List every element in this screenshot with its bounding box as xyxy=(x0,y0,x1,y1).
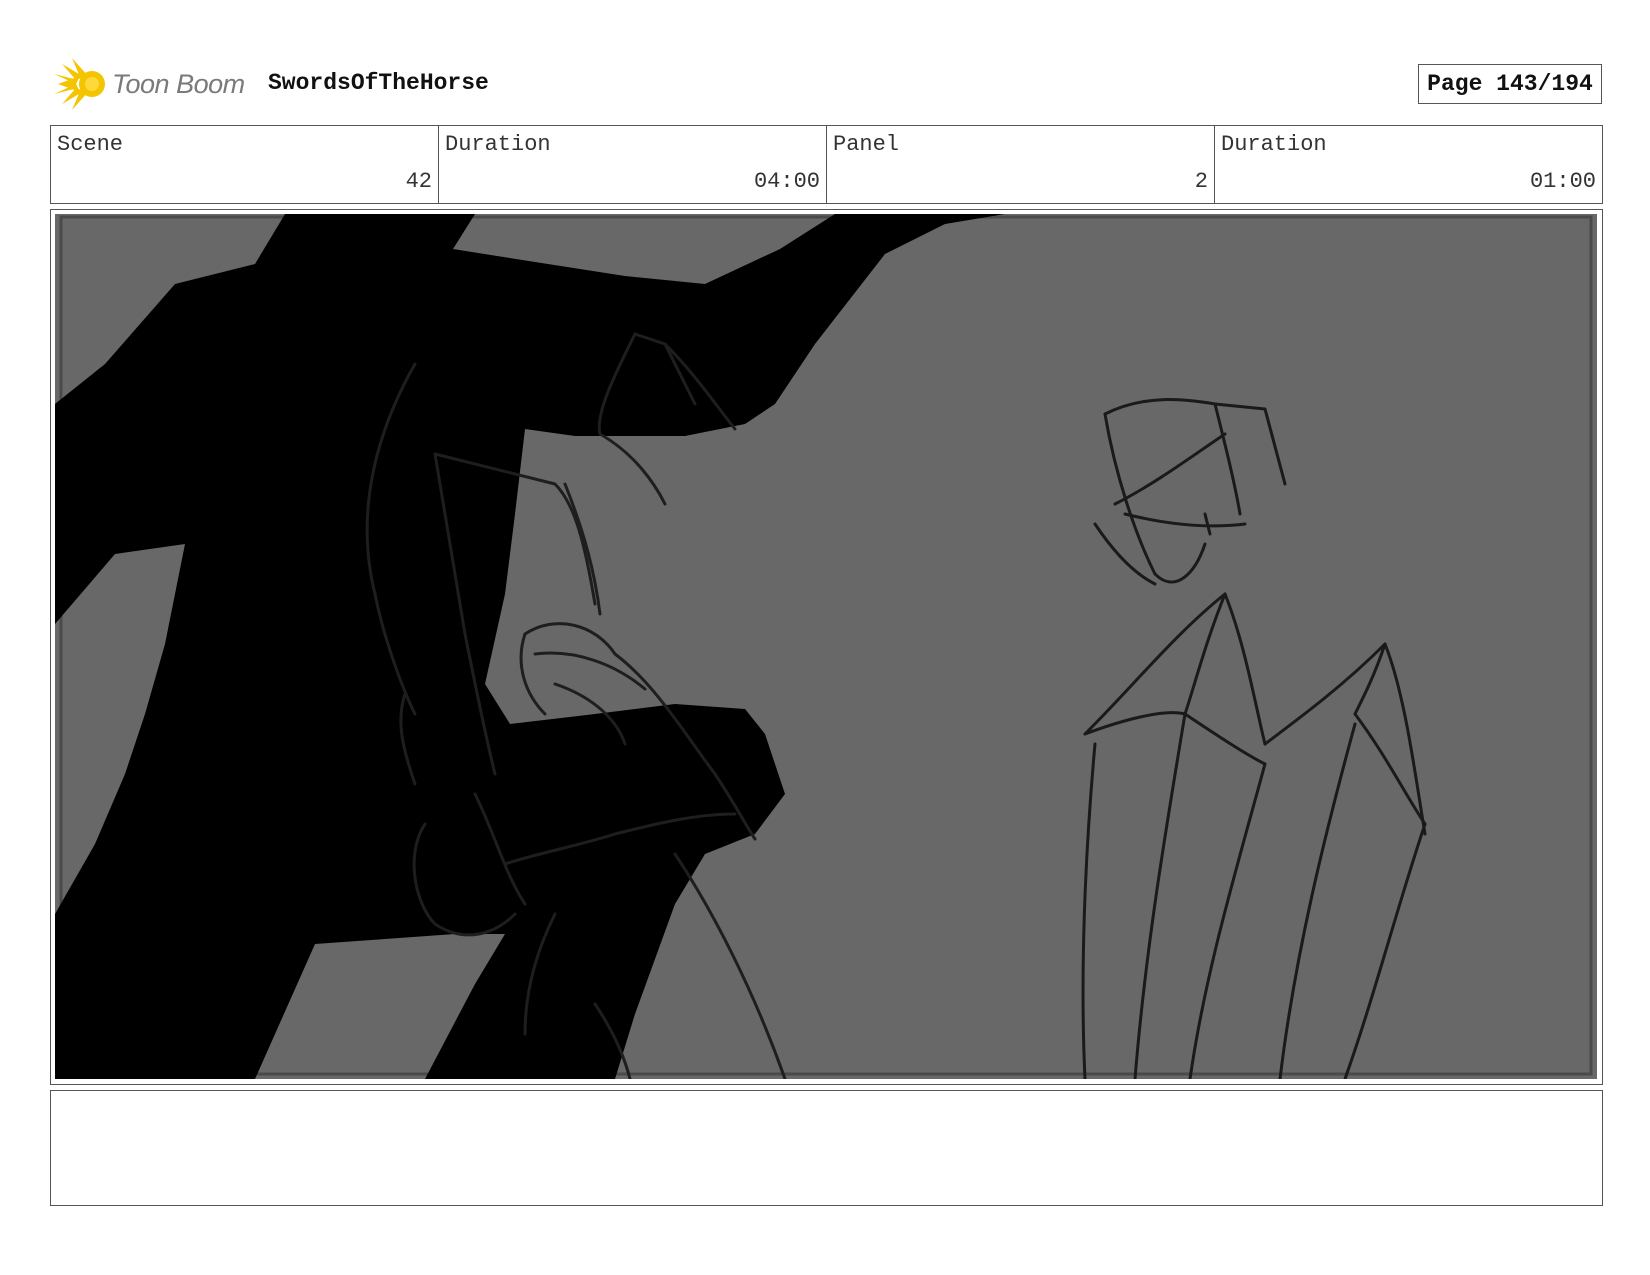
storyboard-panel-frame xyxy=(50,209,1603,1085)
panel-duration-value: 01:00 xyxy=(1529,169,1596,194)
panel-label: Panel xyxy=(833,132,900,157)
page-number: Page 143/194 xyxy=(1418,64,1602,104)
toon-boom-logo: Toon Boom xyxy=(54,58,254,110)
storyboard-panel-image xyxy=(55,214,1597,1079)
scene-duration-cell: Duration 04:00 xyxy=(439,126,827,203)
scene-duration-label: Duration xyxy=(445,132,551,157)
panel-info-row: Scene 42 Duration 04:00 Panel 2 Duration… xyxy=(50,125,1603,204)
panel-notes-box xyxy=(50,1090,1603,1206)
panel-duration-cell: Duration 01:00 xyxy=(1215,126,1602,203)
project-title: SwordsOfTheHorse xyxy=(268,70,489,96)
storyboard-sketch xyxy=(55,214,1593,1079)
toon-boom-star-icon xyxy=(54,58,105,110)
scene-cell: Scene 42 xyxy=(51,126,439,203)
panel-duration-label: Duration xyxy=(1221,132,1327,157)
logo-text: Toon Boom xyxy=(112,68,245,99)
scene-value: 42 xyxy=(405,169,432,194)
panel-value: 2 xyxy=(1194,169,1208,194)
panel-cell: Panel 2 xyxy=(827,126,1215,203)
scene-duration-value: 04:00 xyxy=(753,169,820,194)
foreground-silhouette xyxy=(55,214,1005,1079)
scene-label: Scene xyxy=(57,132,124,157)
